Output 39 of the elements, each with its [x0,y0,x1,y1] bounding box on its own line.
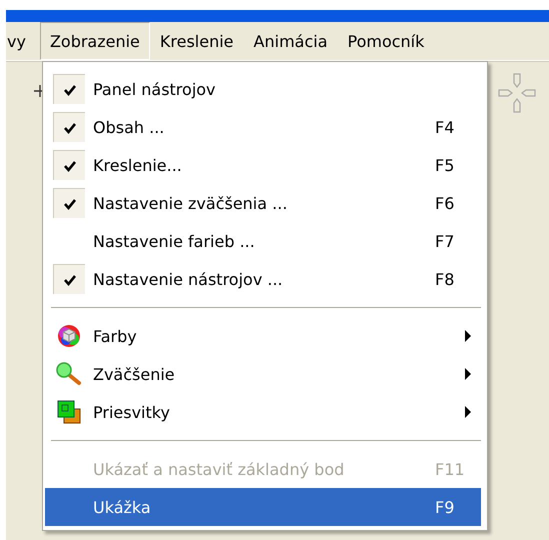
menu-item-label: Zväčšenie [93,364,176,384]
menu-item[interactable]: Nastavenie zväčšenia ... F6 [45,184,487,222]
magnifier-icon [56,362,82,386]
shortcut-label: F5 [435,156,456,174]
shortcut-label: F9 [435,498,456,516]
color-cube-icon [57,324,81,348]
menu-item[interactable]: Panel nástrojov [45,70,487,108]
menu-item-label: Panel nástrojov [93,80,217,98]
menu-item-label: Priesvitky [93,402,171,422]
menu-bar-item[interactable]: Zobrazenie [40,22,150,60]
menu-item[interactable]: Kreslenie... F5 [45,146,487,184]
menu-item[interactable]: Zväčšenie [45,355,487,393]
shortcut-label: F4 [435,118,456,136]
menu-item[interactable]: Nastavenie farieb ... F7 [45,222,487,260]
shortcut-label: F7 [435,232,456,250]
submenu-arrow-icon [465,368,471,380]
menu-item-label: Nastavenie nástrojov ... [93,270,284,288]
menu-bar-item[interactable]: Kreslenie [150,22,244,60]
shortcut-label: F11 [435,460,466,478]
submenu-arrow-icon [465,406,471,418]
menu-item-label: Farby [93,326,138,346]
menu-item[interactable]: Ukážka F9 [45,488,481,526]
menu-item-label: Ukázať a nastaviť základný bod [93,460,346,478]
menu-item[interactable]: Farby [45,317,487,355]
menu-item-label: Obsah ... [93,118,166,136]
menu-item-label: Nastavenie farieb ... [93,232,256,250]
shortcut-label: F8 [435,270,456,288]
submenu-arrow-icon [465,330,471,342]
menu-bar-item[interactable]: Animácia [244,22,338,60]
menu-item-label: Ukážka [93,498,152,516]
layers-icon [56,399,82,425]
menu-item[interactable]: Obsah ... F4 [45,108,487,146]
shortcut-label: F6 [435,194,456,212]
menu-item[interactable]: Nastavenie nástrojov ... F8 [45,260,487,298]
menu-bar-item[interactable]: vy [6,22,36,60]
menu-bar-item[interactable]: Pomocník [338,22,434,60]
menu-item-label: Nastavenie zväčšenia ... [93,194,288,212]
menu-item-label: Kreslenie... [93,156,183,174]
menu-item[interactable]: Priesvitky [45,393,487,431]
